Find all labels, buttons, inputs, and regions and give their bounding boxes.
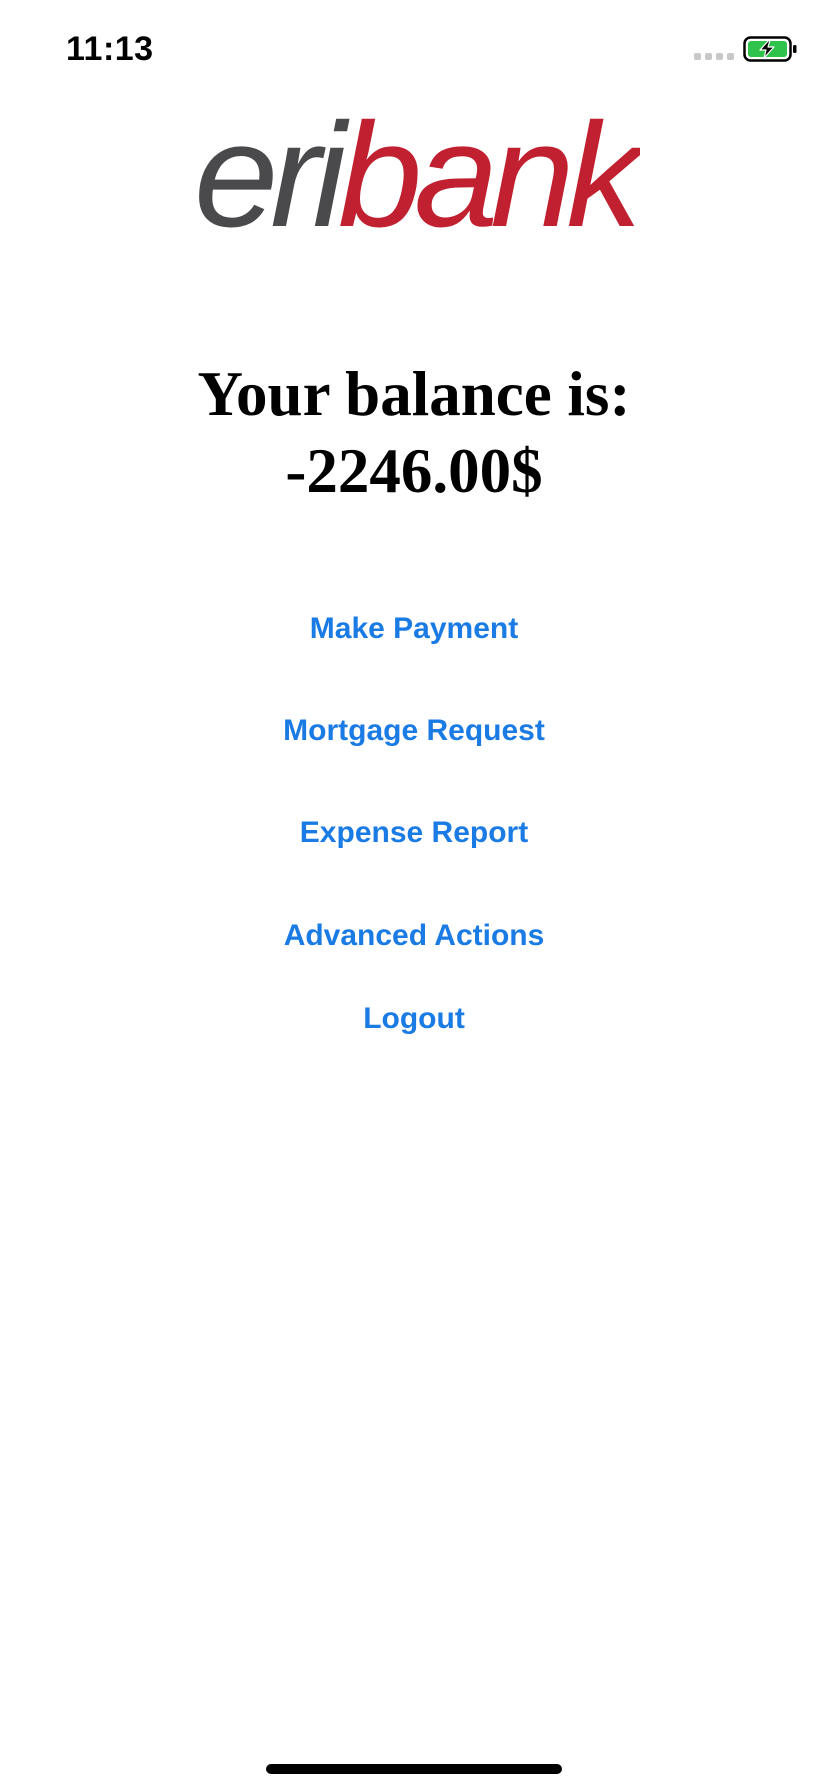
balance-amount: -2246.00$: [285, 436, 543, 506]
logo-text-eri: eri: [194, 104, 350, 244]
signal-dots-icon: [694, 53, 734, 60]
advanced-actions-button[interactable]: Advanced Actions: [0, 919, 828, 953]
logout-button[interactable]: Logout: [0, 1002, 828, 1036]
eribank-logo: eribank: [194, 104, 640, 244]
make-payment-button[interactable]: Make Payment: [0, 612, 828, 646]
balance-label: Your balance is:: [197, 359, 631, 429]
mortgage-request-button[interactable]: Mortgage Request: [0, 714, 828, 748]
balance-display: Your balance is: -2246.00$: [0, 356, 828, 510]
expense-report-button[interactable]: Expense Report: [0, 816, 828, 850]
battery-charging-icon: [743, 36, 797, 62]
svg-text:eribank: eribank: [194, 104, 640, 244]
home-indicator[interactable]: [266, 1764, 562, 1774]
status-time: 11:13: [66, 30, 154, 68]
status-bar: 11:13: [0, 0, 828, 100]
logo-text-bank: bank: [338, 104, 640, 244]
